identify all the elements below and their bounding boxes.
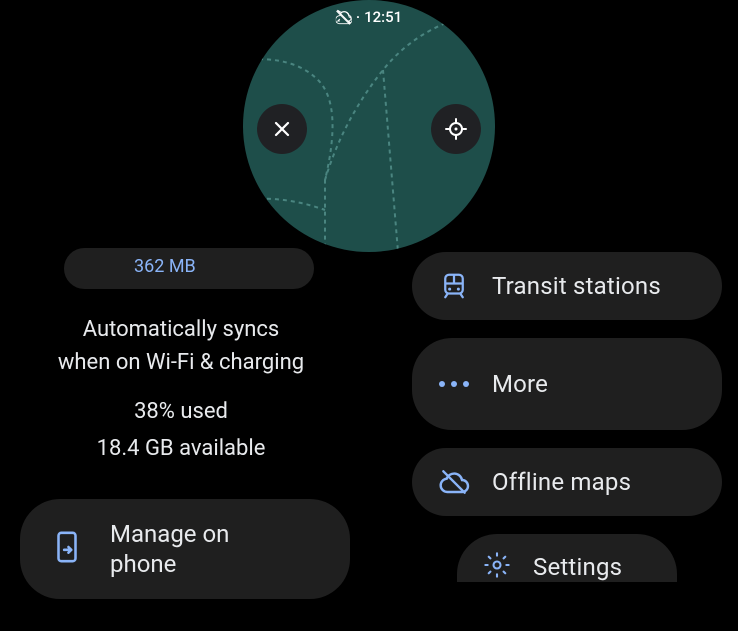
more-label: More xyxy=(492,370,548,398)
cloud-off-icon xyxy=(336,9,352,25)
phone-export-icon xyxy=(50,530,84,568)
watch-map-preview[interactable]: · 12:51 xyxy=(243,0,495,252)
status-separator: · xyxy=(356,8,360,26)
manage-on-phone-button[interactable]: Manage on phone xyxy=(20,499,350,599)
transit-label: Transit stations xyxy=(492,272,661,300)
manage-label: Manage on phone xyxy=(110,519,270,579)
status-time: 12:51 xyxy=(364,8,402,26)
offline-maps-button[interactable]: Offline maps xyxy=(412,448,722,516)
storage-item[interactable]: 362 MB xyxy=(64,248,314,289)
offline-label: Offline maps xyxy=(492,468,631,496)
storage-size: 362 MB xyxy=(134,256,288,277)
storage-used-pct: 38% used xyxy=(134,399,228,424)
sync-info: Automatically syncs when on Wi-Fi & char… xyxy=(58,313,304,379)
cloud-off-icon xyxy=(438,466,470,498)
settings-button[interactable]: Settings xyxy=(457,534,677,582)
watch-status-bar: · 12:51 xyxy=(336,8,402,26)
close-button[interactable] xyxy=(257,104,307,154)
gear-icon xyxy=(483,551,511,582)
settings-label: Settings xyxy=(533,553,622,581)
more-icon xyxy=(438,368,470,400)
storage-available: 18.4 GB available xyxy=(97,436,266,461)
close-icon xyxy=(270,117,294,141)
location-icon xyxy=(444,117,468,141)
locate-button[interactable] xyxy=(431,104,481,154)
transit-icon xyxy=(438,270,470,302)
more-button[interactable]: More xyxy=(412,338,722,430)
transit-stations-button[interactable]: Transit stations xyxy=(412,252,722,320)
